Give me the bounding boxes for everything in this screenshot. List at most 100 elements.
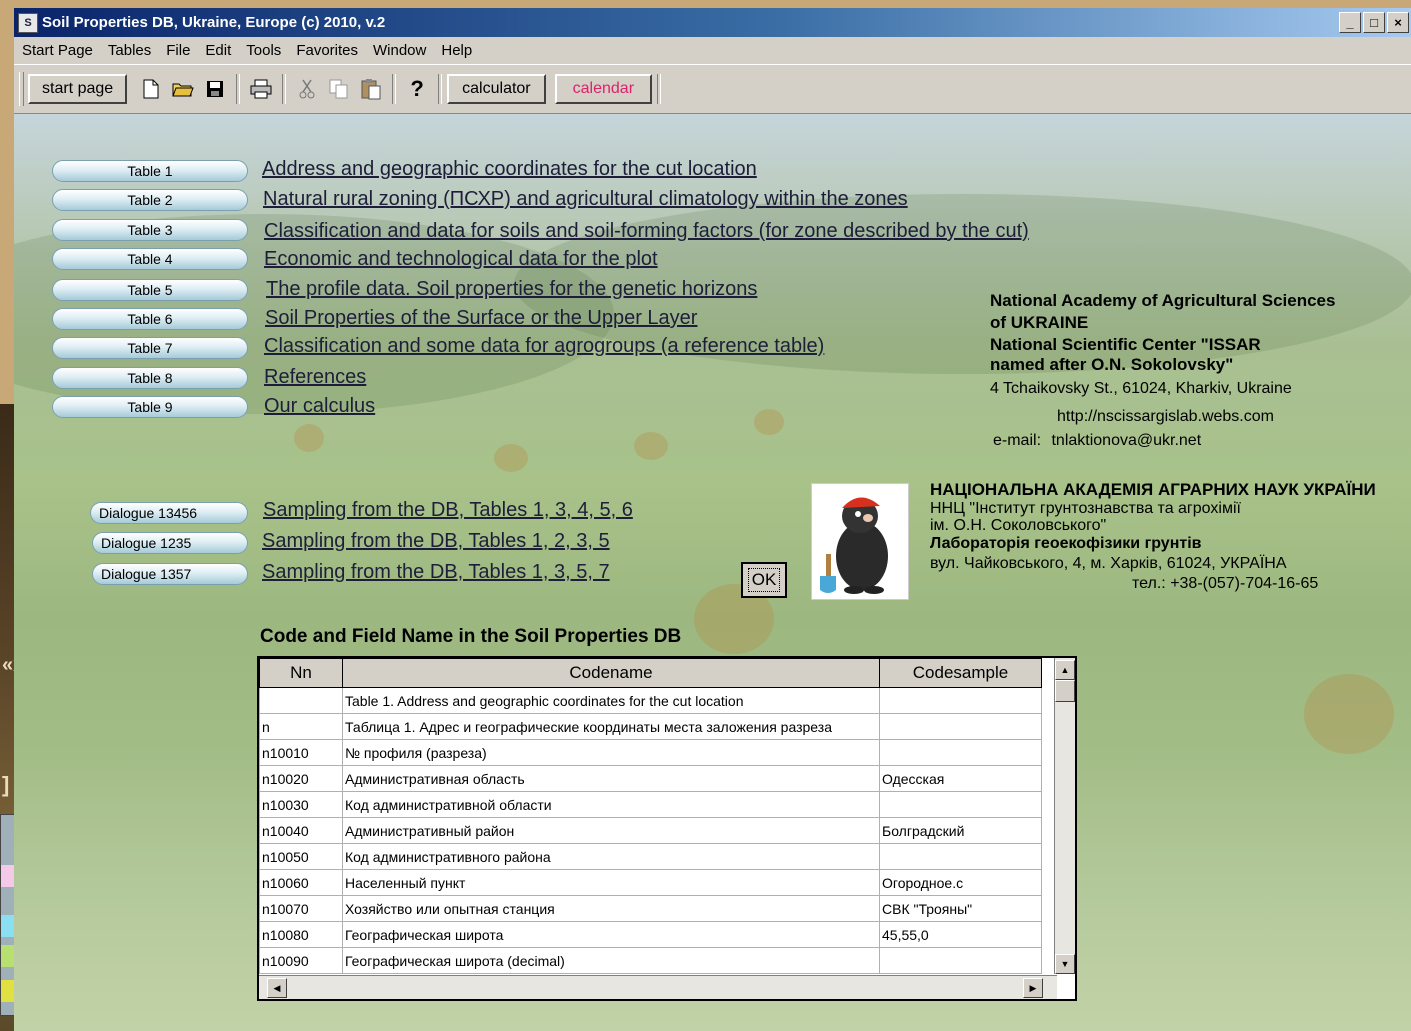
table-row[interactable]: n10010 № профиля (разреза) — [259, 739, 1042, 766]
cell-codesample[interactable]: СВК "Трояны" — [879, 895, 1042, 922]
cell-codename[interactable]: Код административной области — [342, 791, 880, 818]
maximize-button[interactable]: □ — [1363, 12, 1385, 33]
menu-start-page[interactable]: Start Page — [22, 42, 93, 59]
cell-codesample[interactable] — [879, 947, 1042, 974]
table-4-link[interactable]: Economic and technological data for the … — [264, 248, 658, 271]
dialogue-1235-link[interactable]: Sampling from the DB, Tables 1, 2, 3, 5 — [262, 530, 610, 553]
table-5-button[interactable]: Table 5 — [52, 279, 248, 301]
cut-icon[interactable] — [295, 76, 319, 102]
dialogue-1357-button[interactable]: Dialogue 1357 — [92, 563, 248, 585]
table-9-link[interactable]: Our calculus — [264, 395, 375, 418]
table-1-link[interactable]: Address and geographic coordinates for t… — [262, 158, 757, 181]
cell-nn[interactable]: n10020 — [259, 765, 343, 792]
table-4-button[interactable]: Table 4 — [52, 248, 248, 270]
cell-codesample[interactable] — [879, 687, 1042, 714]
website-link[interactable]: http://nscissargislab.webs.com — [990, 406, 1335, 428]
table-row[interactable]: n10070 Хозяйство или опытная станция СВК "… — [259, 895, 1042, 922]
table-6-link[interactable]: Soil Properties of the Surface or the Up… — [265, 307, 697, 330]
calendar-button[interactable]: calendar — [554, 74, 653, 104]
cell-nn[interactable]: n10050 — [259, 843, 343, 870]
print-icon[interactable] — [249, 76, 273, 102]
cell-codename[interactable]: Table 1. Address and geographic coordina… — [342, 687, 880, 714]
table-row[interactable]: n10090 Географическая широта (decimal) — [259, 947, 1042, 974]
scroll-right-icon[interactable]: ▶ — [1023, 978, 1043, 998]
cell-nn[interactable]: n10040 — [259, 817, 343, 844]
cell-codename[interactable]: Хозяйство или опытная станция — [342, 895, 880, 922]
table-row[interactable]: n10080 Географическая широта 45,55,0 — [259, 921, 1042, 948]
table-7-button[interactable]: Table 7 — [52, 337, 248, 359]
menu-favorites[interactable]: Favorites — [296, 42, 358, 59]
close-button[interactable]: × — [1387, 12, 1409, 33]
cell-codename[interactable]: Административная область — [342, 765, 880, 792]
scroll-down-icon[interactable]: ▼ — [1055, 954, 1075, 974]
cell-codename[interactable]: Географическая широта — [342, 921, 880, 948]
cell-codesample[interactable] — [879, 739, 1042, 766]
open-folder-icon[interactable] — [171, 76, 195, 102]
cell-nn[interactable]: n10070 — [259, 895, 343, 922]
dialogue-1357-link[interactable]: Sampling from the DB, Tables 1, 3, 5, 7 — [262, 561, 610, 584]
start-page-button[interactable]: start page — [28, 74, 128, 104]
table-row[interactable]: n10020 Административная область Одесская — [259, 765, 1042, 792]
table-row[interactable]: n10060 Населенный пункт Огородное.с — [259, 869, 1042, 896]
table-row[interactable]: n Таблица 1. Адрес и географические коорд… — [259, 713, 1042, 740]
help-icon[interactable]: ? — [405, 76, 429, 102]
title-bar[interactable]: S Soil Properties DB, Ukraine, Europe (c… — [14, 8, 1411, 37]
cell-codename[interactable]: Населенный пункт — [342, 869, 880, 896]
column-header-codename[interactable]: Codename — [342, 658, 880, 688]
cell-codesample[interactable] — [879, 843, 1042, 870]
cell-codesample[interactable]: 45,55,0 — [879, 921, 1042, 948]
cell-codename[interactable]: Код административного района — [342, 843, 880, 870]
calculator-button[interactable]: calculator — [447, 74, 546, 104]
menu-edit[interactable]: Edit — [205, 42, 231, 59]
table-3-link[interactable]: Classification and data for soils and so… — [264, 220, 1029, 243]
scroll-left-icon[interactable]: ◀ — [267, 978, 287, 998]
table-1-button[interactable]: Table 1 — [52, 160, 248, 182]
table-8-button[interactable]: Table 8 — [52, 367, 248, 389]
menu-tools[interactable]: Tools — [246, 42, 281, 59]
cell-nn[interactable]: n10060 — [259, 869, 343, 896]
new-file-icon[interactable] — [139, 76, 163, 102]
table-2-button[interactable]: Table 2 — [52, 189, 248, 211]
table-row[interactable]: n10030 Код административной области — [259, 791, 1042, 818]
cell-nn[interactable]: n10080 — [259, 921, 343, 948]
column-header-codesample[interactable]: Codesample — [879, 658, 1042, 688]
email-link[interactable]: tnlaktionova@ukr.net — [1051, 432, 1201, 449]
table-5-link[interactable]: The profile data. Soil properties for th… — [266, 278, 757, 301]
table-6-button[interactable]: Table 6 — [52, 308, 248, 330]
cell-codesample[interactable]: Болградский — [879, 817, 1042, 844]
cell-codesample[interactable]: Огородное.с — [879, 869, 1042, 896]
menu-tables[interactable]: Tables — [108, 42, 151, 59]
table-9-button[interactable]: Table 9 — [52, 396, 248, 418]
cell-codename[interactable]: Административный район — [342, 817, 880, 844]
ok-button[interactable]: OK — [741, 562, 787, 598]
dialogue-13456-button[interactable]: Dialogue 13456 — [90, 502, 248, 524]
vertical-scrollbar[interactable]: ▲ ▼ — [1054, 658, 1075, 974]
table-row[interactable]: n10040 Административный район Болградский — [259, 817, 1042, 844]
dialogue-1235-button[interactable]: Dialogue 1235 — [92, 532, 248, 554]
scroll-up-icon[interactable]: ▲ — [1055, 660, 1075, 680]
cell-nn[interactable]: n10010 — [259, 739, 343, 766]
table-7-link[interactable]: Classification and some data for agrogro… — [264, 335, 824, 358]
toolbar-grip[interactable] — [19, 72, 24, 106]
cell-codename[interactable]: Таблица 1. Адрес и географические коорди… — [342, 713, 880, 740]
table-2-link[interactable]: Natural rural zoning (ПСХР) and agricult… — [263, 188, 908, 211]
dialogue-13456-link[interactable]: Sampling from the DB, Tables 1, 3, 4, 5,… — [263, 499, 633, 522]
cell-nn[interactable]: n10030 — [259, 791, 343, 818]
cell-codename[interactable]: Географическая широта (decimal) — [342, 947, 880, 974]
cell-codesample[interactable]: Одесская — [879, 765, 1042, 792]
menu-window[interactable]: Window — [373, 42, 426, 59]
cell-nn[interactable] — [259, 687, 343, 714]
cell-codesample[interactable] — [879, 791, 1042, 818]
cell-codename[interactable]: № профиля (разреза) — [342, 739, 880, 766]
save-icon[interactable] — [203, 76, 227, 102]
horizontal-scrollbar[interactable]: ◀ ▶ — [259, 975, 1057, 999]
minimize-button[interactable]: _ — [1339, 12, 1361, 33]
menu-file[interactable]: File — [166, 42, 190, 59]
column-header-nn[interactable]: Nn — [259, 658, 343, 688]
cell-nn[interactable]: n10090 — [259, 947, 343, 974]
table-row[interactable]: n10050 Код административного района — [259, 843, 1042, 870]
menu-help[interactable]: Help — [441, 42, 472, 59]
table-row[interactable]: Table 1. Address and geographic coordina… — [259, 687, 1042, 714]
paste-icon[interactable] — [359, 76, 383, 102]
cell-nn[interactable]: n — [259, 713, 343, 740]
